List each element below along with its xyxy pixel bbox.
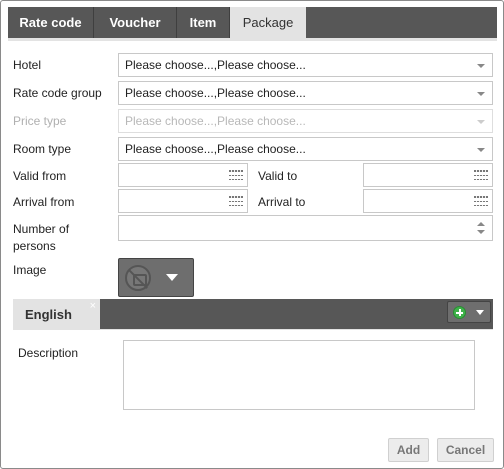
- room-type-select[interactable]: Please choose...,Please choose...: [118, 137, 493, 161]
- valid-to-label: Valid to: [258, 169, 298, 183]
- calendar-icon[interactable]: [474, 196, 488, 207]
- tab-separator: [8, 38, 497, 41]
- rate-code-group-label: Rate code group: [13, 86, 102, 100]
- hotel-select-value: Please choose...,Please choose...: [125, 58, 306, 72]
- chevron-down-icon: [476, 310, 484, 315]
- hotel-select[interactable]: Please choose...,Please choose...: [118, 53, 493, 77]
- chevron-down-icon: [166, 274, 178, 281]
- description-label: Description: [18, 346, 79, 360]
- tab-voucher[interactable]: Voucher: [94, 7, 177, 39]
- arrival-to-label: Arrival to: [258, 195, 306, 209]
- plus-circle-icon: [453, 306, 466, 319]
- number-of-persons-input[interactable]: [118, 215, 493, 241]
- number-of-persons-label-line1: Number of: [13, 222, 70, 236]
- image-label: Image: [13, 263, 47, 277]
- chevron-down-icon: [477, 92, 485, 96]
- price-type-label: Price type: [13, 114, 67, 128]
- tab-bar: Rate code Voucher Item Package: [8, 7, 497, 40]
- language-tab-bar: English ×: [13, 299, 493, 330]
- package-dialog: Rate code Voucher Item Package Hotel Ple…: [0, 0, 504, 469]
- calendar-icon[interactable]: [474, 170, 488, 181]
- arrival-from-input[interactable]: [118, 189, 248, 213]
- tab-rate-code[interactable]: Rate code: [8, 7, 94, 39]
- price-type-select-value: Please choose...,Please choose...: [125, 114, 306, 128]
- language-tab-label: English: [25, 307, 72, 322]
- chevron-down-icon: [477, 120, 485, 124]
- arrival-to-input[interactable]: [363, 189, 493, 213]
- hotel-label: Hotel: [13, 58, 42, 72]
- valid-from-input[interactable]: [118, 163, 248, 187]
- valid-from-label: Valid from: [13, 169, 67, 183]
- chevron-down-icon: [477, 148, 485, 152]
- spin-down-icon[interactable]: [477, 230, 485, 234]
- rate-code-group-select-value: Please choose...,Please choose...: [125, 86, 306, 100]
- number-of-persons-label: Number of persons: [13, 222, 69, 253]
- add-button[interactable]: Add: [388, 438, 429, 462]
- rate-code-group-select[interactable]: Please choose...,Please choose...: [118, 81, 493, 105]
- tab-language-english[interactable]: English ×: [13, 299, 100, 330]
- close-icon[interactable]: ×: [90, 300, 96, 312]
- image-picker-button[interactable]: [118, 258, 194, 297]
- valid-to-input[interactable]: [363, 163, 493, 187]
- spin-up-icon[interactable]: [477, 222, 485, 226]
- no-image-icon: [125, 265, 151, 291]
- cancel-button[interactable]: Cancel: [437, 438, 494, 462]
- number-of-persons-label-line2: persons: [13, 239, 56, 253]
- arrival-from-label: Arrival from: [13, 195, 75, 209]
- room-type-label: Room type: [13, 142, 72, 156]
- tab-item[interactable]: Item: [177, 7, 230, 39]
- chevron-down-icon: [477, 64, 485, 68]
- add-language-button[interactable]: [447, 301, 491, 323]
- language-separator: [13, 329, 493, 330]
- calendar-icon[interactable]: [229, 196, 243, 207]
- price-type-select: Please choose...,Please choose...: [118, 109, 493, 133]
- calendar-icon[interactable]: [229, 170, 243, 181]
- tab-package[interactable]: Package: [230, 7, 306, 40]
- room-type-select-value: Please choose...,Please choose...: [125, 142, 306, 156]
- description-textarea[interactable]: [123, 340, 475, 410]
